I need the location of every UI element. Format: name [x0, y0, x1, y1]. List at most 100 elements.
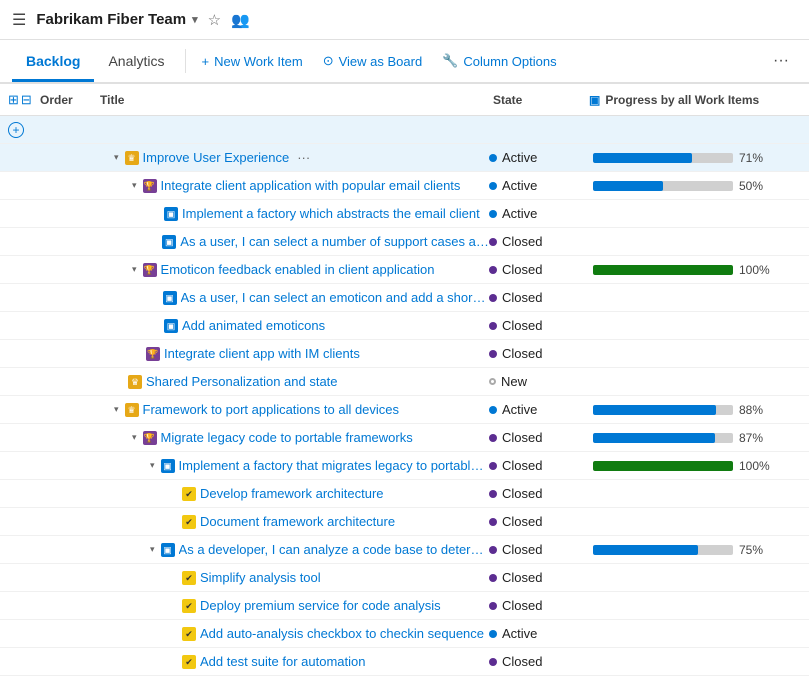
row-state: New: [489, 374, 589, 389]
row-title-link[interactable]: Add animated emoticons: [182, 318, 325, 333]
table-row: ♛ Shared Personalization and state New: [0, 368, 809, 396]
row-title: ✔Simplify analysis tool: [96, 570, 489, 585]
progress-bar-fill: [593, 265, 733, 275]
row-title-link[interactable]: Framework to port applications to all de…: [143, 402, 400, 417]
table-row: ▾🏆Integrate client application with popu…: [0, 172, 809, 200]
row-state: Closed: [489, 346, 589, 361]
state-dot: [489, 378, 496, 385]
table-row: ▣Add animated emoticonsClosed: [0, 312, 809, 340]
person-icon[interactable]: 👥: [231, 11, 250, 29]
view-as-board-button[interactable]: ⊙ View as Board: [313, 47, 433, 75]
epic-icon: ♛: [125, 403, 139, 417]
col-progress-header: ▣ Progress by all Work Items: [589, 93, 809, 107]
progress-bar-fill: [593, 153, 692, 163]
row-title-link[interactable]: Implement a factory which abstracts the …: [182, 206, 480, 221]
row-title-link[interactable]: As a developer, I can analyze a code bas…: [179, 542, 489, 557]
row-title-link[interactable]: As a user, I can select a number of supp…: [180, 234, 489, 249]
progress-bar-wrap: [593, 265, 733, 275]
row-state: Closed: [489, 458, 589, 473]
row-title-link[interactable]: Migrate legacy code to portable framewor…: [161, 430, 413, 445]
state-dot: [489, 238, 497, 246]
feature-icon: 🏆: [143, 263, 157, 277]
row-title: ▣ As a user, I can select an emoticon and…: [96, 290, 489, 305]
chevron-icon[interactable]: ▾: [114, 152, 119, 163]
row-progress: 100%: [589, 263, 809, 277]
row-progress: 100%: [589, 459, 809, 473]
row-title: ▾ ▣ As a developer, I can analyze a code b…: [96, 542, 489, 557]
row-title-link[interactable]: Deploy premium service for code analysis: [200, 598, 441, 613]
table-row: ✔Simplify analysis toolClosed: [0, 564, 809, 592]
nav-bar: Backlog Analytics + New Work Item ⊙ View…: [0, 40, 809, 84]
story-icon: ▣: [161, 459, 175, 473]
task-icon: ✔: [182, 599, 196, 613]
row-title-link[interactable]: Simplify analysis tool: [200, 570, 321, 585]
row-title-link[interactable]: Integrate client application with popula…: [161, 178, 461, 193]
add-row-button[interactable]: +: [8, 122, 24, 138]
chevron-icon[interactable]: ▾: [132, 432, 137, 443]
chevron-icon[interactable]: ▾: [150, 460, 155, 471]
state-dot: [489, 322, 497, 330]
chevron-icon[interactable]: ▾: [132, 180, 137, 191]
row-state: Closed: [489, 514, 589, 529]
row-title: ▾ ♛ Framework to port applications to all …: [96, 402, 489, 417]
row-title-link[interactable]: Add auto-analysis checkbox to checkin se…: [200, 626, 484, 641]
column-options-icon: 🔧: [442, 53, 458, 69]
epic-icon: ♛: [128, 375, 142, 389]
row-title: ✔ Deploy premium service for code analysi…: [96, 598, 489, 613]
tab-backlog[interactable]: Backlog: [12, 43, 94, 82]
state-label: Closed: [502, 290, 542, 305]
column-options-button[interactable]: 🔧 Column Options: [432, 47, 566, 75]
progress-pct-label: 88%: [739, 403, 769, 417]
state-label: Active: [502, 206, 537, 221]
state-label: Closed: [502, 234, 542, 249]
progress-pct-label: 87%: [739, 431, 769, 445]
table-row: ▾ ▣ Implement a factory that migrates lega…: [0, 452, 809, 480]
row-title-link[interactable]: Integrate client app with IM clients: [164, 346, 360, 361]
row-title-link[interactable]: As a user, I can select an emoticon and …: [181, 290, 489, 305]
col-add-icons: ⊞ ⊟: [0, 92, 36, 108]
star-icon[interactable]: ☆: [208, 11, 221, 29]
story-icon: ▣: [161, 543, 175, 557]
progress-pct-label: 100%: [739, 459, 770, 473]
table-row: ▣ As a user, I can select an emoticon and…: [0, 284, 809, 312]
row-title: ✔Develop framework architecture: [96, 486, 489, 501]
row-title-link[interactable]: Add test suite for automation: [200, 654, 365, 669]
state-label: Closed: [502, 654, 542, 669]
row-title-link[interactable]: Shared Personalization and state: [146, 374, 338, 389]
menu-icon[interactable]: ☰: [12, 10, 26, 30]
row-title-link[interactable]: Improve User Experience: [143, 150, 290, 165]
progress-pct-label: 75%: [739, 543, 769, 557]
row-state: Closed: [489, 654, 589, 669]
nav-more-button[interactable]: ···: [765, 48, 797, 74]
state-label: Closed: [502, 514, 542, 529]
board-icon: ⊙: [323, 53, 334, 69]
state-dot: [489, 210, 497, 218]
state-dot: [489, 518, 497, 526]
state-dot: [489, 154, 497, 162]
chevron-icon[interactable]: ▾: [132, 264, 137, 275]
row-more-button[interactable]: ···: [297, 150, 310, 165]
chevron-icon[interactable]: ▾: [114, 404, 119, 415]
table-row: ▾ 🏆 Emoticon feedback enabled in client ap…: [0, 256, 809, 284]
team-chevron-icon[interactable]: ▾: [192, 13, 198, 26]
task-icon: ✔: [182, 515, 196, 529]
add-col-icon[interactable]: ⊞: [8, 92, 19, 108]
col-order-header: Order: [36, 93, 96, 107]
new-work-item-button[interactable]: + New Work Item: [192, 48, 313, 75]
chevron-icon[interactable]: ▾: [150, 544, 155, 555]
row-add-col: +: [0, 122, 36, 138]
progress-bar-fill: [593, 433, 715, 443]
state-label: Active: [502, 150, 537, 165]
state-label: Closed: [502, 318, 542, 333]
remove-col-icon[interactable]: ⊟: [21, 92, 32, 108]
row-title: ▾ ▣ Implement a factory that migrates lega…: [96, 458, 489, 473]
row-title-link[interactable]: Develop framework architecture: [200, 486, 384, 501]
row-title-link[interactable]: Document framework architecture: [200, 514, 395, 529]
row-title-link[interactable]: Emoticon feedback enabled in client appl…: [161, 262, 435, 277]
row-title-link[interactable]: Implement a factory that migrates legacy…: [179, 458, 489, 473]
story-icon: ▣: [163, 291, 177, 305]
state-dot: [489, 294, 497, 302]
tab-analytics[interactable]: Analytics: [94, 43, 178, 82]
col-state-header: State: [489, 93, 589, 107]
row-title: ♛ Shared Personalization and state: [96, 374, 489, 389]
